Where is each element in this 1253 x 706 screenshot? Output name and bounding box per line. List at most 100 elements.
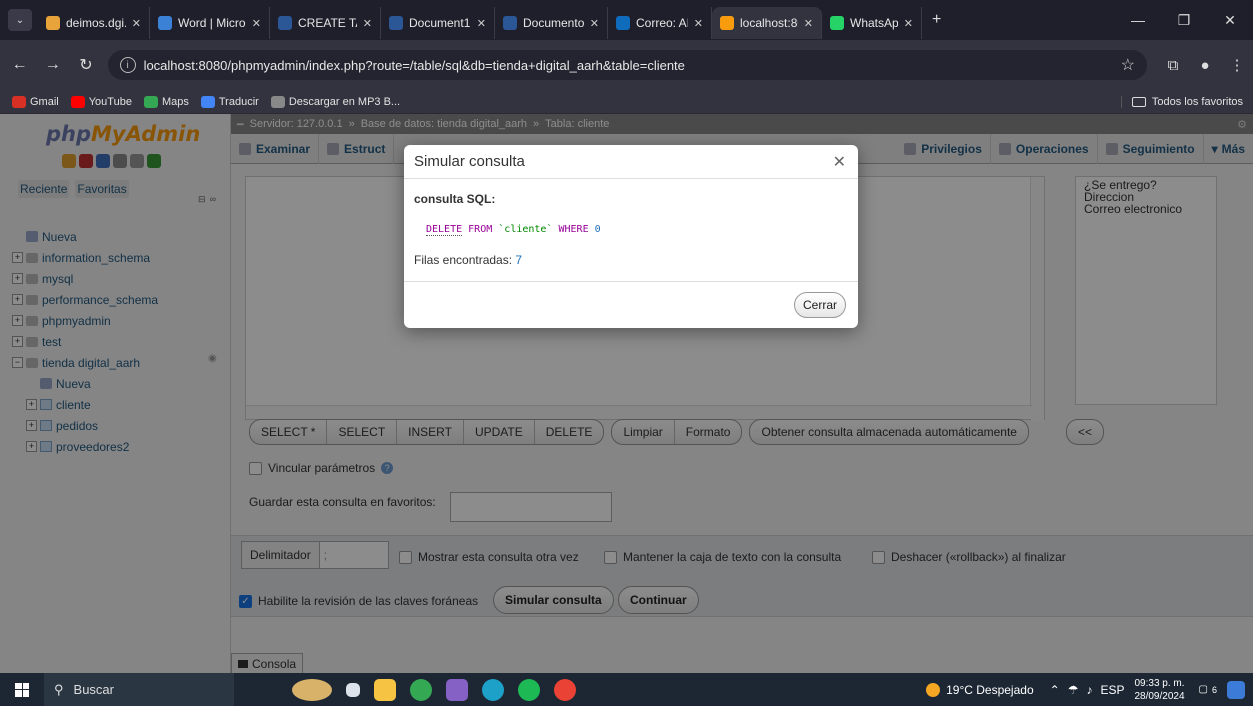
tab-close-icon[interactable]: ✕ xyxy=(694,17,703,30)
browser-tab[interactable]: WhatsApp ✕ xyxy=(822,7,922,39)
word-icon xyxy=(503,16,517,30)
bookmark-item[interactable]: Gmail xyxy=(12,95,59,108)
chrome-alt-icon[interactable] xyxy=(554,678,576,701)
forward-icon[interactable]: → xyxy=(39,56,66,74)
tab-close-icon[interactable]: ✕ xyxy=(132,17,141,30)
tab-close-icon[interactable]: ✕ xyxy=(904,17,913,30)
sql-keyword: FROM xyxy=(468,224,493,235)
dialog-footer: Cerrar xyxy=(404,281,858,328)
reload-icon[interactable]: ↻ xyxy=(72,55,99,75)
spotify-icon[interactable] xyxy=(518,678,540,701)
phpmyadmin-icon xyxy=(720,16,734,30)
chrome-icon[interactable] xyxy=(410,678,432,701)
close-button[interactable]: Cerrar xyxy=(793,292,846,318)
app-tray-icon[interactable] xyxy=(1227,680,1245,699)
tab-title: Document1 xyxy=(409,16,471,30)
tab-icon xyxy=(46,16,60,30)
sql-query-label: consulta SQL: xyxy=(414,192,496,206)
task-view-icon[interactable] xyxy=(346,682,360,697)
bookmark-favicon-icon xyxy=(143,95,158,108)
volume-icon[interactable]: ♪ xyxy=(1086,683,1092,697)
start-button[interactable] xyxy=(0,682,44,697)
system-tray: 19°C Despejado ⌃ ☂ ♪ ESP 09:33 p. m. 28/… xyxy=(926,673,1253,706)
dialog-body: consulta SQL: DELETE FROM `cliente` WHER… xyxy=(404,179,858,267)
bookmark-item[interactable]: Maps xyxy=(143,95,189,108)
rows-found: Filas encontradas: 7 xyxy=(414,253,848,267)
close-window-icon[interactable]: ✕ xyxy=(1207,12,1253,29)
bookmark-star-icon[interactable]: ☆ xyxy=(1121,55,1135,75)
bookmark-label: Descargar en MP3 B... xyxy=(288,95,401,108)
tab-close-icon[interactable]: ✕ xyxy=(477,17,486,30)
outlook-icon xyxy=(616,16,630,30)
sql-code: DELETE FROM `cliente` WHERE 0 xyxy=(426,224,848,236)
tab-title: WhatsApp xyxy=(850,16,898,30)
browser-tab[interactable]: Documento ✕ xyxy=(495,7,608,39)
browser-tab[interactable]: deimos.dgi.u ✕ xyxy=(38,7,150,39)
clock[interactable]: 09:33 p. m. 28/09/2024 xyxy=(1134,677,1184,703)
windows-icon xyxy=(15,682,29,697)
tab-search-icon[interactable]: ⌄ xyxy=(8,9,32,31)
weather-widget[interactable]: 19°C Despejado xyxy=(926,682,1034,697)
folder-icon xyxy=(1131,96,1146,107)
tab-close-icon[interactable]: ✕ xyxy=(363,17,372,30)
restore-icon[interactable]: ❐ xyxy=(1161,12,1207,29)
browser-tab[interactable]: localhost:80 ✕ xyxy=(712,7,822,39)
network-icon[interactable]: ☂ xyxy=(1068,683,1079,697)
new-tab-button[interactable]: + xyxy=(932,11,941,29)
toolbar-right: ⧉ ● ⋮ xyxy=(1157,56,1253,75)
minimize-icon[interactable]: — xyxy=(1115,12,1161,28)
dialog-title: Simular consulta xyxy=(414,153,525,170)
bookmark-item[interactable]: YouTube xyxy=(70,95,132,108)
clock-time: 09:33 p. m. xyxy=(1134,677,1185,689)
sql-keyword[interactable]: DELETE xyxy=(426,224,463,236)
tab-title: Word | Micro xyxy=(178,16,246,30)
sql-keyword: WHERE xyxy=(558,224,589,235)
url-field[interactable]: i localhost:8080/phpmyadmin/index.php?ro… xyxy=(107,50,1147,80)
sql-table-name: `cliente` xyxy=(498,224,553,235)
edge-icon[interactable] xyxy=(482,678,504,701)
browser-tab-bar: ⌄ deimos.dgi.u ✕ Word | Micro ✕ CREATE TABL ✕… xyxy=(0,0,1253,40)
browser-tab[interactable]: Correo: AND ✕ xyxy=(608,7,712,39)
widget-icon[interactable] xyxy=(292,678,332,701)
bookmark-item[interactable]: Traducir xyxy=(200,95,259,108)
all-bookmarks[interactable]: Todos los favoritos xyxy=(1120,95,1243,108)
clock-date: 28/09/2024 xyxy=(1134,690,1185,702)
bookmark-item[interactable]: Descargar en MP3 B... xyxy=(270,95,401,108)
profile-icon[interactable]: ● xyxy=(1189,57,1221,74)
site-info-icon[interactable]: i xyxy=(119,57,136,73)
tab-close-icon[interactable]: ✕ xyxy=(252,17,261,30)
tab-title: CREATE TABL xyxy=(298,16,357,30)
notification-icon[interactable]: ▢ xyxy=(1199,684,1208,695)
copilot-icon xyxy=(158,16,172,30)
moon-icon xyxy=(926,682,941,697)
browser-tab[interactable]: CREATE TABL ✕ xyxy=(270,7,381,39)
tab-title: deimos.dgi.u xyxy=(66,16,126,30)
tab-close-icon[interactable]: ✕ xyxy=(590,17,599,30)
tab-title: localhost:80 xyxy=(740,16,798,30)
language-indicator[interactable]: ESP xyxy=(1100,683,1124,697)
taskbar-search[interactable]: ⚲ Buscar xyxy=(44,673,234,706)
menu-icon[interactable]: ⋮ xyxy=(1221,56,1253,74)
close-icon[interactable]: ✕ xyxy=(833,152,846,172)
bookmark-list: Gmail YouTube Maps Traducir Descargar en MP3… xyxy=(0,95,401,108)
tab-close-icon[interactable]: ✕ xyxy=(804,17,813,30)
simulate-query-dialog: Simular consulta ✕ consulta SQL: DELETE … xyxy=(404,145,858,328)
chevron-up-icon[interactable]: ⌃ xyxy=(1050,683,1060,697)
bookmark-favicon-icon xyxy=(200,95,215,108)
browser-tab[interactable]: Document1 ✕ xyxy=(381,7,495,39)
file-explorer-icon[interactable] xyxy=(374,678,396,701)
extensions-icon[interactable]: ⧉ xyxy=(1157,57,1189,74)
bookmark-favicon-icon xyxy=(270,95,285,108)
weather-text: 19°C Despejado xyxy=(946,682,1034,697)
bookmark-label: Maps xyxy=(161,95,189,108)
back-icon[interactable]: ← xyxy=(6,56,33,74)
bookmark-label: Traducir xyxy=(218,95,259,108)
bookmark-label: YouTube xyxy=(88,95,132,108)
visual-studio-icon[interactable] xyxy=(446,678,468,701)
browser-tab[interactable]: Word | Micro ✕ xyxy=(150,7,270,39)
rows-found-value: 7 xyxy=(515,253,523,267)
bookmark-favicon-icon xyxy=(70,95,85,108)
address-bar-row: ← → ↻ i localhost:8080/phpmyadmin/index.… xyxy=(0,40,1253,90)
dialog-header: Simular consulta ✕ xyxy=(404,145,858,179)
window-controls: — ❐ ✕ xyxy=(1115,0,1253,40)
